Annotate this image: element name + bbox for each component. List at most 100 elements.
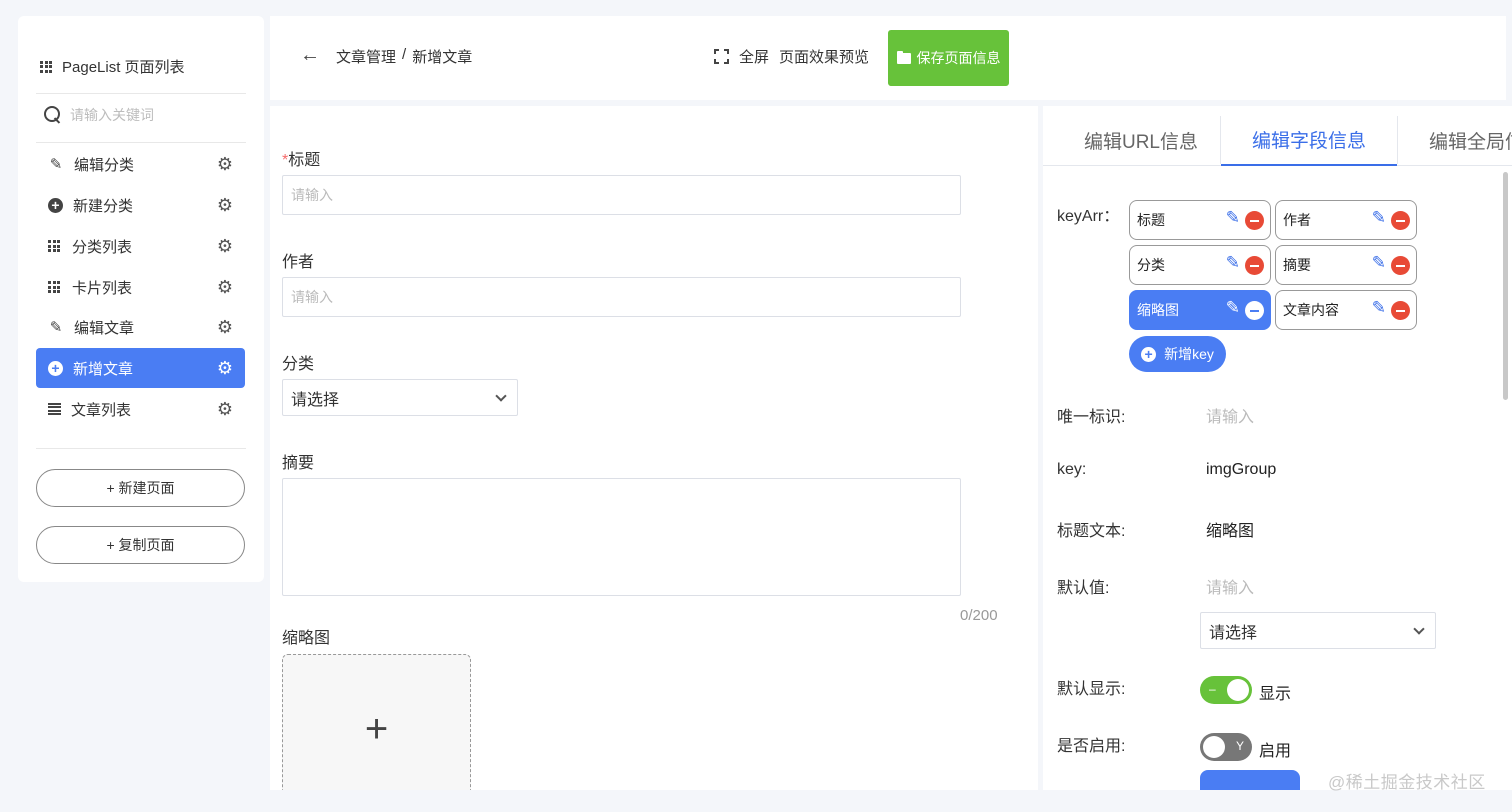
gear-icon[interactable]: ⚙ [217, 196, 233, 214]
pencil-icon[interactable]: ✎ [1372, 299, 1386, 316]
sidebar-item-edit-article[interactable]: ✎ 编辑文章 ⚙ [36, 307, 245, 347]
back-arrow-icon[interactable]: ← [300, 44, 320, 67]
unique-id-input[interactable]: 请输入 [1206, 403, 1254, 427]
breadcrumb-current: 新增文章 [412, 49, 473, 66]
keyarr-label: keyArr： [1057, 208, 1120, 225]
sidebar-header: PageList 页面列表 [40, 56, 185, 77]
unique-id-label: 唯一标识: [1057, 409, 1126, 426]
thumbnail-label: 缩略图 [282, 630, 331, 647]
pencil-icon[interactable]: ✎ [1226, 254, 1240, 271]
sidebar-item-label: 编辑分类 [74, 156, 135, 174]
field-editor-panel: 编辑URL信息 编辑字段信息 编辑全局信息 keyArr： 标题 ✎ 作者 ✎ … [1043, 106, 1512, 790]
title-text-label: 标题文本: [1057, 523, 1126, 540]
divider [36, 142, 246, 143]
remove-icon[interactable] [1391, 301, 1410, 320]
tab-bar: 编辑URL信息 编辑字段信息 编辑全局信息 [1043, 106, 1512, 166]
gear-icon[interactable]: ⚙ [217, 155, 233, 173]
grid-icon [40, 60, 52, 73]
new-page-button[interactable]: + 新建页面 [36, 469, 245, 507]
save-page-button[interactable]: 保存页面信息 [888, 30, 1009, 86]
thumbnail-upload[interactable]: + [282, 654, 471, 790]
gear-icon[interactable]: ⚙ [217, 400, 233, 418]
tab-edit-url[interactable]: 编辑URL信息 [1063, 114, 1219, 166]
enabled-label: 是否启用: [1057, 738, 1126, 755]
key-chip-label: 缩略图 [1137, 302, 1179, 318]
add-key-button[interactable]: + 新增key [1129, 336, 1226, 372]
default-show-label: 默认显示: [1057, 681, 1126, 698]
gear-icon[interactable]: ⚙ [217, 278, 233, 296]
plus-icon: + [364, 707, 389, 751]
key-label: key: [1057, 461, 1087, 478]
pencil-icon[interactable]: ✎ [1226, 299, 1240, 316]
tab-edit-global[interactable]: 编辑全局信息 [1429, 114, 1512, 166]
toggle-knob [1227, 679, 1249, 701]
remove-icon[interactable] [1391, 256, 1410, 275]
default-value-select[interactable]: 请选择 [1200, 612, 1436, 649]
folder-icon [896, 50, 911, 64]
fullscreen-preview-button[interactable]: 全屏 页面效果预览 [714, 46, 869, 67]
scrollbar[interactable] [1503, 172, 1508, 400]
sidebar-title: PageList 页面列表 [62, 59, 185, 76]
sidebar-item-label: 新建分类 [73, 197, 134, 215]
top-bar: ← 文章管理 / 新增文章 全屏 页面效果预览 保存页面信息 [270, 16, 1506, 100]
default-value-input[interactable]: 请输入 [1206, 574, 1254, 598]
article-form: *标题 作者 分类 请选择 摘要 0/200 缩略图 + [270, 106, 1038, 790]
pencil-icon[interactable]: ✎ [1226, 209, 1240, 226]
title-label: *标题 [282, 146, 320, 170]
title-input[interactable] [282, 175, 961, 215]
key-chip[interactable]: 摘要 ✎ [1275, 245, 1417, 285]
toggle-text: Y [1235, 739, 1244, 753]
summary-counter: 0/200 [960, 607, 998, 624]
key-chip-label: 文章内容 [1283, 302, 1339, 318]
pencil-icon: ✎ [49, 318, 63, 336]
pencil-icon[interactable]: ✎ [1372, 209, 1386, 226]
plus-circle-icon: + [1141, 346, 1157, 362]
enabled-state: 启用 [1259, 743, 1292, 760]
category-select-value: 请选择 [291, 391, 340, 409]
fullscreen-label: 全屏 [739, 49, 770, 66]
plus-circle-icon: + [48, 197, 63, 213]
key-chip-label: 作者 [1283, 212, 1311, 228]
key-chip-selected[interactable]: 缩略图 ✎ [1129, 290, 1271, 330]
sidebar-item-new-category[interactable]: + 新建分类 ⚙ [36, 185, 245, 225]
gear-icon[interactable]: ⚙ [217, 237, 233, 255]
sidebar-item-category-list[interactable]: 分类列表 ⚙ [36, 226, 245, 266]
sidebar-item-label: 新增文章 [73, 360, 134, 378]
key-chip[interactable]: 标题 ✎ [1129, 200, 1271, 240]
remove-icon[interactable] [1245, 211, 1264, 230]
key-chip-label: 标题 [1137, 212, 1165, 228]
default-select-value: 请选择 [1209, 624, 1258, 642]
sidebar-item-label: 编辑文章 [74, 319, 135, 337]
author-input[interactable] [282, 277, 961, 317]
sidebar-item-card-list[interactable]: 卡片列表 ⚙ [36, 267, 245, 307]
default-show-toggle[interactable]: – [1200, 676, 1252, 704]
divider [36, 93, 246, 94]
summary-textarea[interactable] [282, 478, 961, 596]
remove-icon[interactable] [1245, 301, 1264, 320]
grid-icon [48, 240, 60, 252]
partial-button[interactable] [1200, 770, 1300, 790]
category-select[interactable]: 请选择 [282, 379, 518, 416]
key-chip[interactable]: 作者 ✎ [1275, 200, 1417, 240]
breadcrumb: 文章管理 / 新增文章 [336, 46, 472, 67]
save-label: 保存页面信息 [916, 50, 1001, 66]
key-chip[interactable]: 分类 ✎ [1129, 245, 1271, 285]
divider [36, 448, 246, 449]
remove-icon[interactable] [1245, 256, 1264, 275]
gear-icon[interactable]: ⚙ [217, 359, 233, 377]
enabled-toggle[interactable]: Y [1200, 733, 1252, 761]
breadcrumb-parent[interactable]: 文章管理 [336, 46, 396, 67]
sidebar-item-new-article[interactable]: + 新增文章 ⚙ [36, 348, 245, 388]
key-chip[interactable]: 文章内容 ✎ [1275, 290, 1417, 330]
search-input[interactable] [70, 107, 250, 123]
sidebar-search[interactable] [44, 106, 250, 124]
remove-icon[interactable] [1391, 211, 1410, 230]
toggle-text: – [1209, 682, 1216, 696]
preview-label: 页面效果预览 [779, 49, 870, 66]
pencil-icon[interactable]: ✎ [1372, 254, 1386, 271]
copy-page-button[interactable]: + 复制页面 [36, 526, 245, 564]
sidebar-item-edit-category[interactable]: ✎ 编辑分类 ⚙ [36, 144, 245, 184]
gear-icon[interactable]: ⚙ [217, 318, 233, 336]
sidebar-item-article-list[interactable]: 文章列表 ⚙ [36, 389, 245, 429]
tab-edit-fields[interactable]: 编辑字段信息 [1221, 114, 1397, 166]
